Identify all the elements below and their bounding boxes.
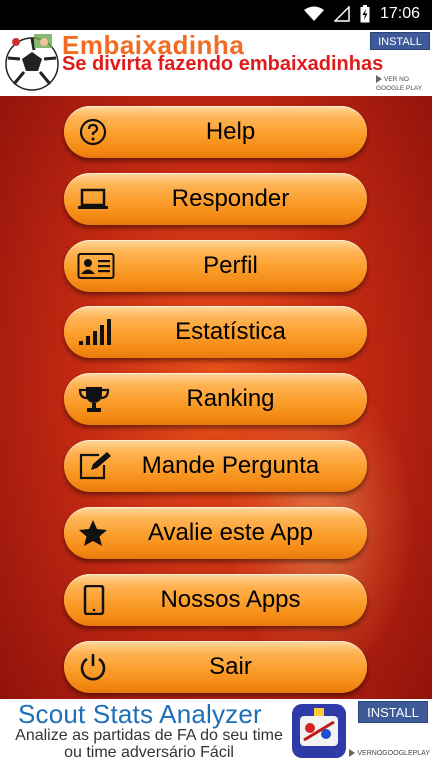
play-store-icon: [376, 75, 382, 84]
status-time: 17:06: [379, 5, 420, 22]
bottom-ad-google-play-link[interactable]: VERNOGOOGLEPLAY: [349, 749, 430, 757]
ad-app-logo: [4, 32, 60, 92]
main-menu-area: Help Responder Perfil Estatística Rankin…: [0, 96, 432, 699]
wifi-icon: [303, 6, 324, 22]
bottom-ad-app-icon: [290, 702, 348, 760]
bottom-ad-description: Analize as partidas de FA do seu time ou…: [15, 727, 283, 761]
menu-button-perfil[interactable]: Perfil: [64, 240, 367, 292]
status-bar: 17:06: [0, 0, 432, 30]
bottom-ad-store-label: VERNOGOOGLEPLAY: [357, 749, 430, 757]
ad-google-play-link[interactable]: VER NO GOOGLE PLAY: [376, 75, 428, 93]
menu-button-ranking[interactable]: Ranking: [64, 373, 367, 425]
play-store-icon: [349, 749, 356, 757]
ad-store-line1: VER NO: [384, 76, 409, 83]
menu-button-responder[interactable]: Responder: [64, 173, 367, 225]
menu-label-responder: Responder: [171, 185, 290, 212]
menu-label-help: Help: [205, 118, 256, 145]
menu-label-mande-pergunta: Mande Pergunta: [141, 452, 320, 479]
menu-button-mande-pergunta[interactable]: Mande Pergunta: [64, 440, 367, 492]
menu-label-perfil: Perfil: [203, 252, 258, 279]
ad-install-button[interactable]: INSTALL: [370, 32, 430, 50]
battery-charging-icon: [360, 5, 370, 23]
cellular-signal-icon: [333, 6, 350, 22]
ad-store-line2: GOOGLE PLAY: [376, 85, 423, 92]
menu-label-sair: Sair: [209, 653, 252, 680]
bottom-ad-install-button[interactable]: INSTALL: [358, 701, 428, 723]
status-icons: 17:06: [303, 5, 420, 23]
menu-label-ranking: Ranking: [186, 385, 275, 412]
menu-label-nossos-apps: Nossos Apps: [160, 586, 301, 613]
bottom-ad-banner[interactable]: Scout Stats Analyzer Analize as partidas…: [0, 699, 432, 768]
ad-subtitle: Se divirta fazendo embaixadinhas: [62, 53, 384, 75]
menu-button-avalie-este-app[interactable]: Avalie este App: [64, 507, 367, 559]
menu-button-estatistica[interactable]: Estatística: [64, 306, 367, 358]
bottom-ad-title: Scout Stats Analyzer: [18, 699, 262, 729]
menu-button-nossos-apps[interactable]: Nossos Apps: [64, 574, 367, 626]
menu-label-avalie-este-app: Avalie este App: [147, 519, 313, 546]
menu-button-help[interactable]: Help: [64, 106, 367, 158]
menu-button-sair[interactable]: Sair: [64, 641, 367, 693]
menu-label-estatistica: Estatística: [175, 318, 286, 345]
top-ad-banner[interactable]: Embaixadinha Se divirta fazendo embaixad…: [0, 30, 432, 96]
